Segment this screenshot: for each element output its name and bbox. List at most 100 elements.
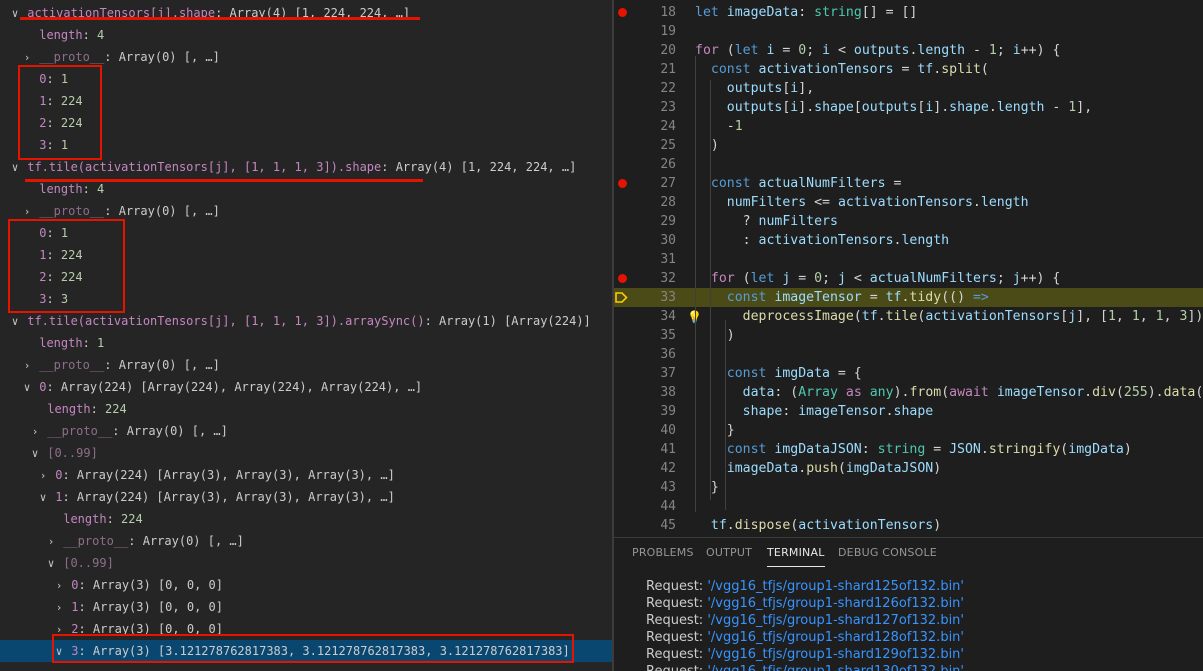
variable-row[interactable]: › __proto__: Array(0) [, …]: [0, 420, 612, 442]
terminal-quote: ': [960, 664, 964, 671]
code-line[interactable]: 35 ): [614, 326, 1203, 345]
indent-guide: [725, 320, 726, 510]
variable-row[interactable]: length: 4: [0, 24, 612, 46]
code-line[interactable]: 37 const imgData = {: [614, 364, 1203, 383]
code-line[interactable]: 23 outputs[i].shape[outputs[i].shape.len…: [614, 98, 1203, 117]
code-token: imageData: [726, 5, 799, 20]
chevron-right-icon[interactable]: ›: [30, 421, 40, 443]
code-token: 1: [734, 119, 743, 134]
variable-row[interactable]: ∨ activationTensors[j].shape: Array(4) […: [0, 2, 612, 24]
variable-row[interactable]: length: 4: [0, 178, 612, 200]
code-token: any: [869, 385, 894, 400]
chevron-down-icon[interactable]: ∨: [46, 553, 56, 575]
terminal-link[interactable]: /vgg16_tfjs/group1-shard130of132.bin: [711, 664, 961, 671]
variables-pane: ∨ activationTensors[j].shape: Array(4) […: [0, 0, 612, 671]
code-line[interactable]: 42 imageData.push(imgDataJSON): [614, 459, 1203, 478]
variable-row[interactable]: › __proto__: Array(0) [, …]: [0, 200, 612, 222]
breakpoint-icon[interactable]: [618, 274, 627, 283]
tab-debug-console[interactable]: DEBUG CONSOLE: [838, 546, 937, 559]
code-line[interactable]: 34💡 deprocessImage(tf.tile(activationTen…: [614, 307, 1203, 326]
variable-row[interactable]: ∨ 0: Array(224) [Array(224), Array(224),…: [0, 376, 612, 398]
chevron-right-icon[interactable]: ›: [22, 355, 32, 377]
variable-row[interactable]: › 0: Array(224) [Array(3), Array(3), Arr…: [0, 464, 612, 486]
terminal-link[interactable]: /vgg16_tfjs/group1-shard129of132.bin: [711, 647, 961, 662]
variable-row[interactable]: 0: 1: [0, 68, 612, 90]
variable-row[interactable]: › 2: Array(3) [0, 0, 0]: [0, 618, 612, 640]
variable-row[interactable]: length: 224: [0, 508, 612, 530]
tab-terminal[interactable]: TERMINAL: [767, 546, 825, 567]
variable-row[interactable]: › 0: Array(3) [0, 0, 0]: [0, 574, 612, 596]
code-line[interactable]: 31: [614, 250, 1203, 269]
chevron-down-icon[interactable]: ∨: [10, 157, 20, 179]
code-line[interactable]: 26: [614, 155, 1203, 174]
code-line[interactable]: 22 outputs[i],: [614, 79, 1203, 98]
chevron-down-icon[interactable]: ∨: [10, 3, 20, 25]
code-line[interactable]: 41 const imgDataJSON: string = JSON.stri…: [614, 440, 1203, 459]
chevron-right-icon[interactable]: ›: [38, 465, 48, 487]
chevron-right-icon[interactable]: ›: [46, 531, 56, 553]
variable-row[interactable]: length: 1: [0, 332, 612, 354]
code-line[interactable]: 24 -1: [614, 117, 1203, 136]
variable-row[interactable]: length: 224: [0, 398, 612, 420]
chevron-down-icon[interactable]: ∨: [22, 377, 32, 399]
code-line[interactable]: 27 const actualNumFilters =: [614, 174, 1203, 193]
variable-row[interactable]: › __proto__: Array(0) [, …]: [0, 354, 612, 376]
variable-row[interactable]: 0: 1: [0, 222, 612, 244]
chevron-right-icon[interactable]: ›: [22, 201, 32, 223]
chevron-right-icon[interactable]: ›: [22, 47, 32, 69]
variable-row[interactable]: 2: 224: [0, 112, 612, 134]
tab-problems[interactable]: PROBLEMS: [632, 546, 694, 559]
chevron-right-icon[interactable]: ›: [54, 575, 64, 597]
code-line[interactable]: 21 const activationTensors = tf.split(: [614, 60, 1203, 79]
variable-row[interactable]: ∨ tf.tile(activationTensors[j], [1, 1, 1…: [0, 310, 612, 332]
code-line[interactable]: 29 ? numFilters: [614, 212, 1203, 231]
code-token: dispose: [734, 518, 791, 533]
variable-row[interactable]: › 1: Array(3) [0, 0, 0]: [0, 596, 612, 618]
code-line[interactable]: 28 numFilters <= activationTensors.lengt…: [614, 193, 1203, 212]
terminal-link[interactable]: /vgg16_tfjs/group1-shard125of132.bin: [711, 579, 961, 594]
code-line[interactable]: 40 }: [614, 421, 1203, 440]
code-line[interactable]: 25 ): [614, 136, 1203, 155]
variable-row[interactable]: 3: 1: [0, 134, 612, 156]
code-line[interactable]: 38 data: (Array as any).from(await image…: [614, 383, 1203, 402]
code-line[interactable]: 39 shape: imageTensor.shape: [614, 402, 1203, 421]
chevron-down-icon[interactable]: ∨: [30, 443, 40, 465]
tab-output[interactable]: OUTPUT: [706, 546, 752, 559]
variable-row[interactable]: ∨ [0..99]: [0, 442, 612, 464]
code-line[interactable]: 19: [614, 22, 1203, 41]
terminal-link[interactable]: /vgg16_tfjs/group1-shard127of132.bin: [711, 613, 961, 628]
chevron-down-icon[interactable]: ∨: [54, 641, 64, 663]
code-line[interactable]: 30 : activationTensors.length: [614, 231, 1203, 250]
variable-row[interactable]: 1: 224: [0, 90, 612, 112]
breakpoint-icon[interactable]: [618, 8, 627, 17]
code-line[interactable]: 32 for (let j = 0; j < actualNumFilters;…: [614, 269, 1203, 288]
code-line[interactable]: 33 const imageTensor = tf.tidy(() =>: [614, 288, 1203, 307]
variable-value: 1: [60, 226, 69, 240]
chevron-right-icon[interactable]: ›: [54, 597, 64, 619]
chevron-right-icon[interactable]: ›: [54, 619, 64, 641]
variable-row[interactable]: ∨ 3: Array(3) [3.121278762817383, 3.1212…: [0, 640, 612, 662]
variable-row[interactable]: › __proto__: Array(0) [, …]: [0, 530, 612, 552]
variable-row[interactable]: 1: 224: [0, 244, 612, 266]
code-line[interactable]: 20 for (let i = 0; i < outputs.length - 1…: [614, 41, 1203, 60]
variable-row[interactable]: 2: 224: [0, 266, 612, 288]
code-line[interactable]: 44: [614, 497, 1203, 516]
chevron-down-icon[interactable]: ∨: [10, 311, 20, 333]
terminal-link[interactable]: /vgg16_tfjs/group1-shard128of132.bin: [711, 630, 961, 645]
variable-value: Array(1) [Array(224)]: [439, 314, 591, 328]
breakpoint-icon[interactable]: [618, 179, 627, 188]
variable-row[interactable]: ∨ [0..99]: [0, 552, 612, 574]
code-editor[interactable]: 18 let imageData: string[] = [] 19 20 for (l…: [614, 0, 1203, 537]
variable-row[interactable]: 3: 3: [0, 288, 612, 310]
variable-row[interactable]: › __proto__: Array(0) [, …]: [0, 46, 612, 68]
terminal-prefix: Request:: [646, 596, 708, 611]
chevron-down-icon[interactable]: ∨: [38, 487, 48, 509]
variable-row[interactable]: ∨ tf.tile(activationTensors[j], [1, 1, 1…: [0, 156, 612, 178]
terminal-quote: ': [960, 630, 964, 645]
variable-row[interactable]: ∨ 1: Array(224) [Array(3), Array(3), Arr…: [0, 486, 612, 508]
code-line[interactable]: 36: [614, 345, 1203, 364]
code-line[interactable]: 45 tf.dispose(activationTensors): [614, 516, 1203, 535]
terminal-link[interactable]: /vgg16_tfjs/group1-shard126of132.bin: [711, 596, 961, 611]
code-line[interactable]: 43 }: [614, 478, 1203, 497]
code-line[interactable]: 18 let imageData: string[] = []: [614, 3, 1203, 22]
